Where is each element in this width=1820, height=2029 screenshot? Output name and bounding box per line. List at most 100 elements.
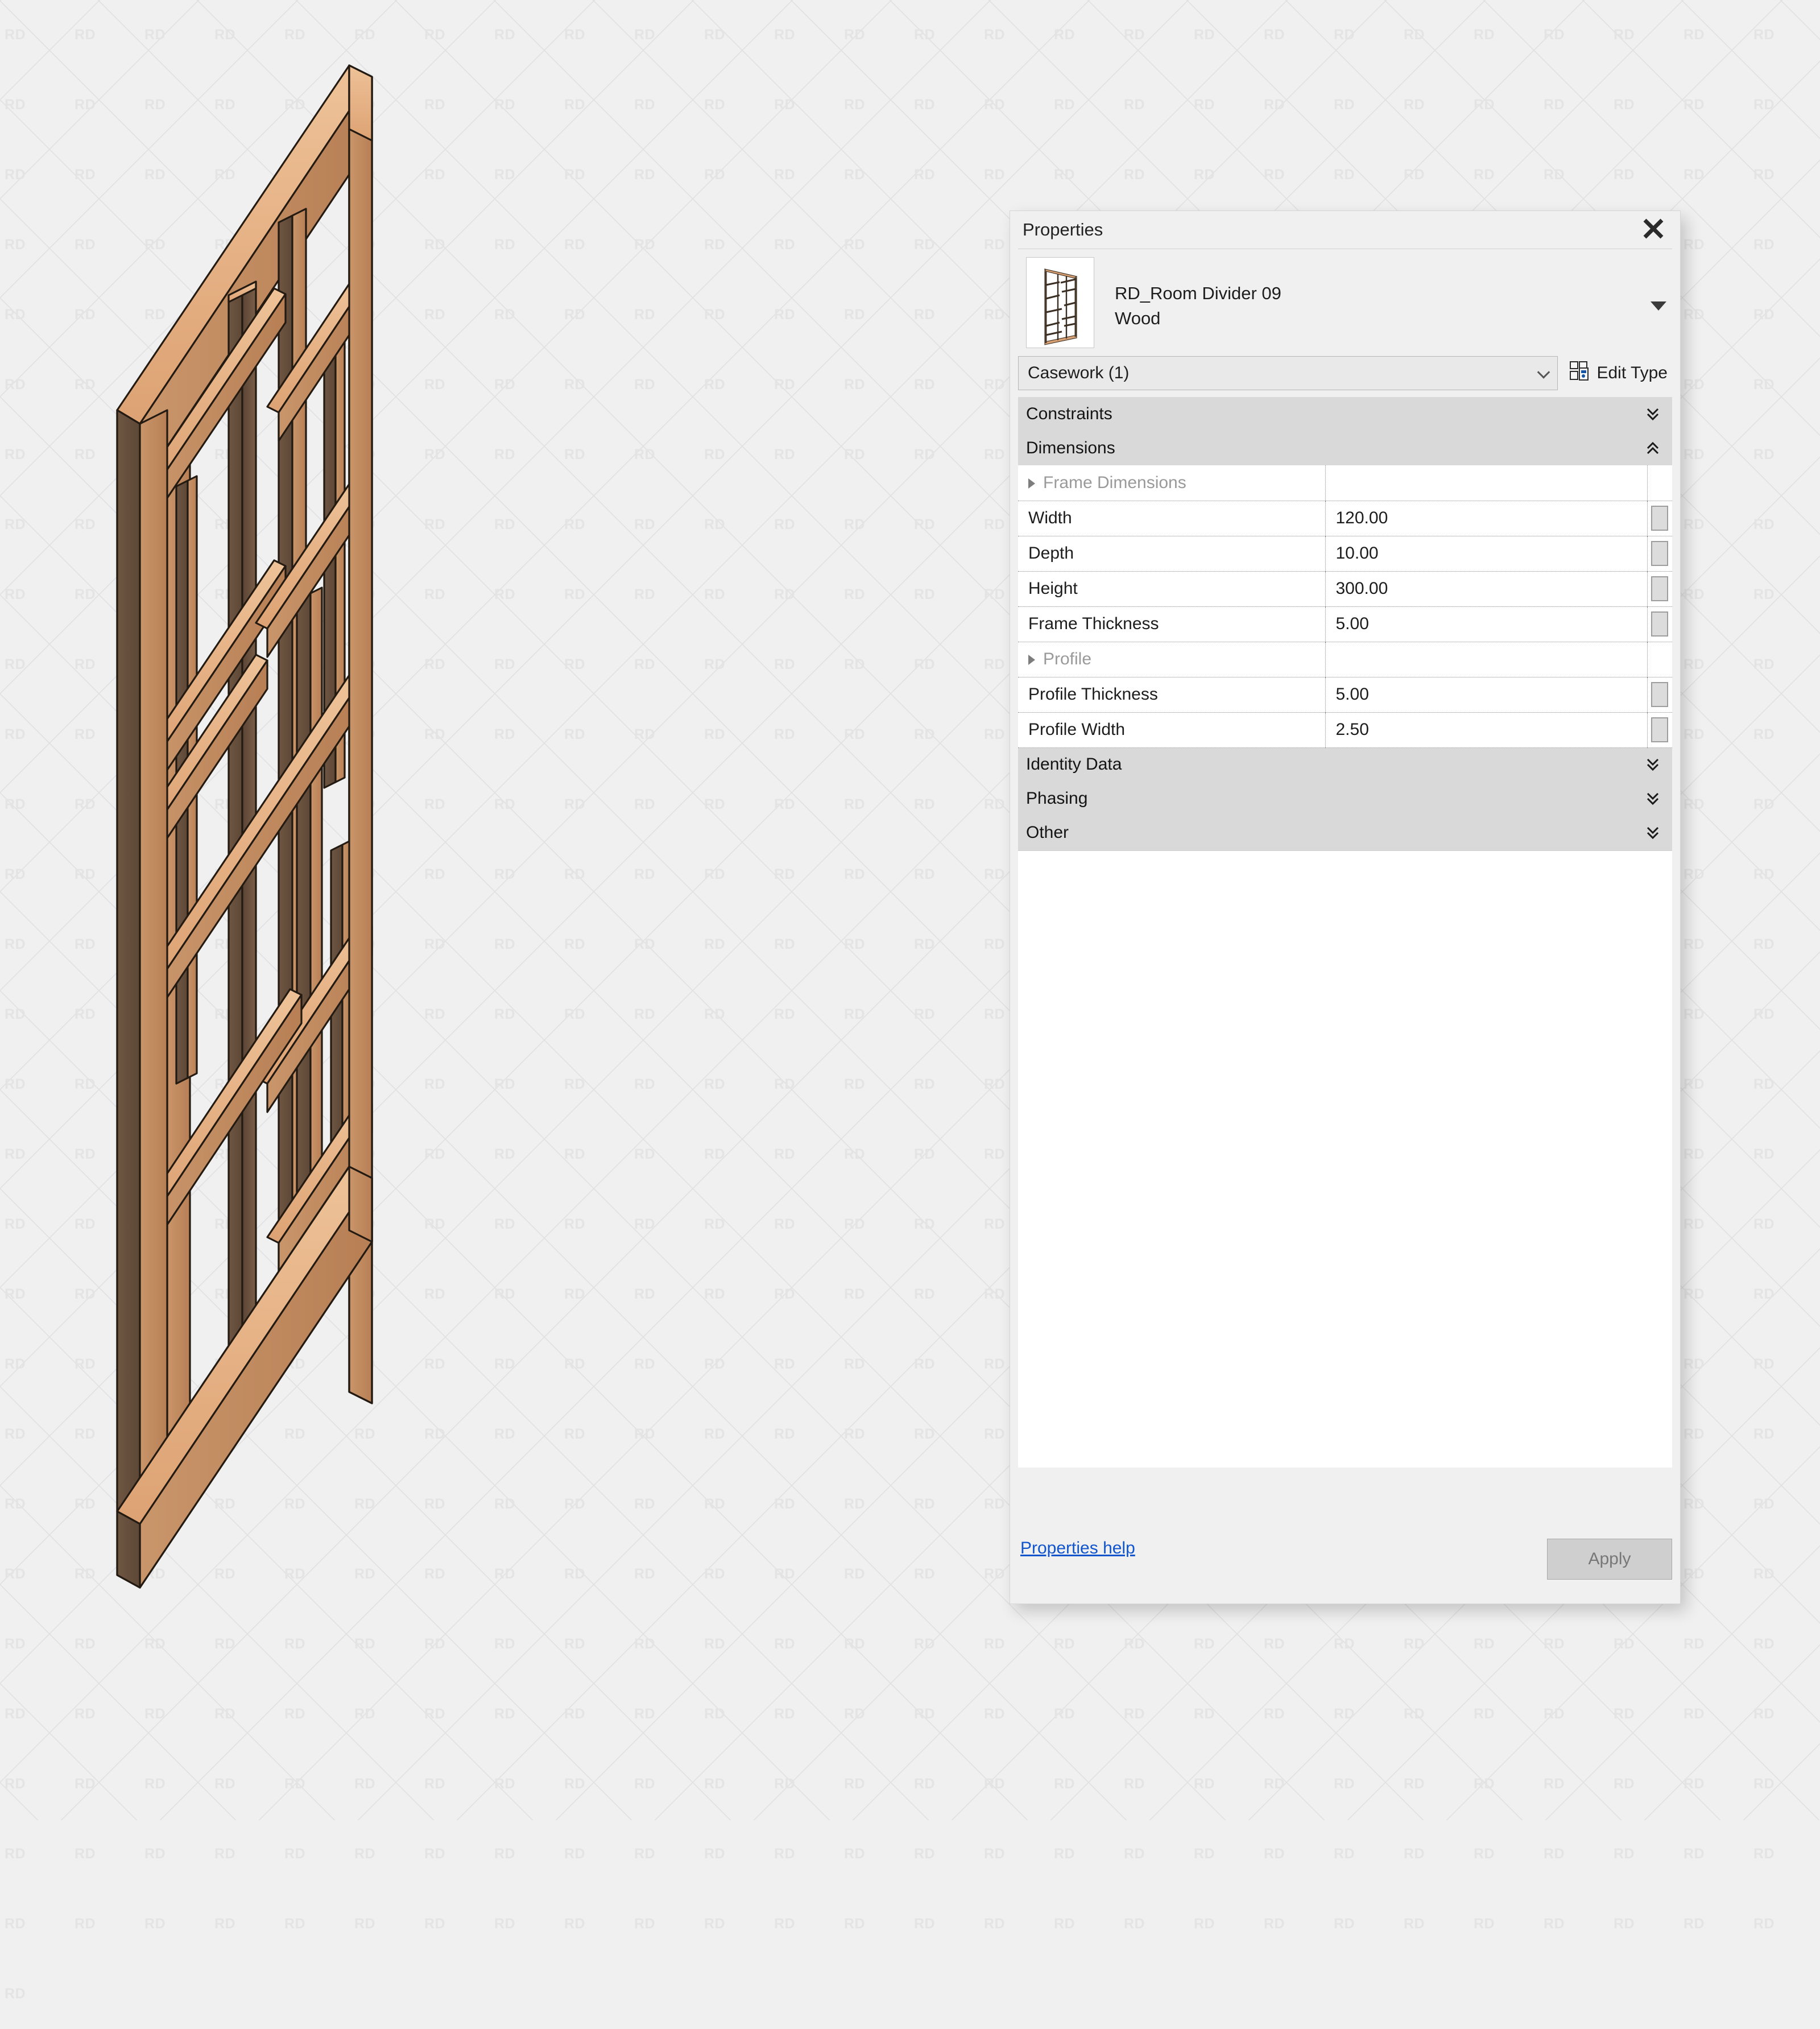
watermark-tile: RD (5, 656, 26, 672)
group-header-other[interactable]: Other (1018, 816, 1672, 850)
watermark-tile: RD (704, 167, 726, 183)
watermark-tile: RD (5, 447, 26, 462)
parameter-assoc-button[interactable] (1651, 682, 1669, 707)
table-row[interactable]: Frame Thickness 5.00 (1018, 606, 1672, 642)
parameter-value[interactable]: 300.00 (1325, 571, 1648, 606)
parameter-button-cell[interactable] (1647, 606, 1672, 642)
edit-type-button[interactable]: Edit Type (1569, 361, 1672, 386)
table-row[interactable]: Height 300.00 (1018, 571, 1672, 606)
parameter-assoc-button[interactable] (1651, 611, 1669, 637)
family-dropdown-arrow-icon[interactable] (1651, 301, 1666, 311)
parameter-value[interactable]: 120.00 (1325, 501, 1648, 536)
watermark-tile: RD (704, 1426, 726, 1442)
watermark-tile: RD (1684, 1566, 1705, 1582)
double-chevron-down-icon (1646, 757, 1660, 772)
category-select[interactable]: Casework (1) (1018, 356, 1558, 390)
parameter-subheader-label: Frame Dimensions (1018, 465, 1326, 501)
watermark-tile: RD (284, 1776, 306, 1792)
watermark-tile: RD (984, 97, 1006, 113)
table-row[interactable]: Profile (1018, 642, 1672, 677)
parameter-button-cell[interactable] (1647, 712, 1672, 747)
watermark-tile: RD (1753, 516, 1775, 532)
watermark-tile: RD (1474, 27, 1495, 43)
watermark-tile: RD (914, 1916, 936, 1932)
watermark-tile: RD (1753, 1286, 1775, 1302)
watermark-tile: RD (1614, 1916, 1635, 1932)
table-row[interactable]: Depth 10.00 (1018, 536, 1672, 571)
watermark-tile: RD (844, 1006, 866, 1022)
watermark-tile: RD (1684, 1706, 1705, 1722)
watermark-tile: RD (1474, 1636, 1495, 1652)
watermark-tile: RD (844, 586, 866, 602)
watermark-tile: RD (1194, 1776, 1215, 1792)
parameter-button-cell[interactable] (1647, 571, 1672, 606)
watermark-tile: RD (844, 656, 866, 672)
watermark-tile: RD (844, 1076, 866, 1092)
watermark-tile: RD (914, 586, 936, 602)
parameter-button-cell[interactable] (1647, 677, 1672, 712)
group-header-dimensions[interactable]: Dimensions (1018, 431, 1672, 465)
parameter-assoc-button[interactable] (1651, 541, 1669, 566)
watermark-tile: RD (704, 1916, 726, 1932)
watermark-tile: RD (5, 866, 26, 882)
watermark-tile: RD (1264, 1846, 1285, 1862)
table-row[interactable]: Profile Width 2.50 (1018, 712, 1672, 747)
watermark-tile: RD (564, 1776, 586, 1792)
properties-help-link[interactable]: Properties help (1018, 1539, 1135, 1558)
parameter-value[interactable]: 5.00 (1325, 677, 1648, 712)
watermark-tile: RD (5, 1846, 26, 1862)
watermark-tile: RD (1054, 1706, 1076, 1722)
watermark-tile: RD (1194, 1706, 1215, 1722)
watermark-tile: RD (704, 796, 726, 812)
watermark-tile: RD (1334, 1916, 1355, 1932)
edit-type-icon (1569, 361, 1590, 386)
watermark-tile: RD (704, 656, 726, 672)
expand-triangle-icon[interactable] (1028, 655, 1035, 666)
watermark-tile: RD (914, 1076, 936, 1092)
watermark-tile: RD (144, 1846, 166, 1862)
watermark-tile: RD (1264, 97, 1285, 113)
watermark-tile: RD (1684, 237, 1705, 253)
parameter-value[interactable]: 5.00 (1325, 606, 1648, 642)
parameter-button-cell[interactable] (1647, 536, 1672, 571)
watermark-tile: RD (1684, 447, 1705, 462)
parameter-assoc-button[interactable] (1651, 576, 1669, 601)
table-row[interactable]: Frame Dimensions (1018, 465, 1672, 501)
parameter-value[interactable]: 2.50 (1325, 712, 1648, 747)
room-divider-svg (116, 64, 373, 1589)
apply-button[interactable]: Apply (1547, 1539, 1672, 1580)
expand-triangle-icon[interactable] (1028, 478, 1035, 489)
watermark-tile: RD (774, 1076, 796, 1092)
watermark-tile: RD (1404, 97, 1425, 113)
group-label-dimensions: Dimensions (1026, 438, 1115, 457)
watermark-tile: RD (844, 796, 866, 812)
parameter-button-cell (1647, 642, 1672, 677)
watermark-tile: RD (1334, 27, 1355, 43)
parameter-assoc-button[interactable] (1651, 717, 1669, 742)
table-row[interactable]: Profile Thickness 5.00 (1018, 677, 1672, 712)
watermark-tile: RD (5, 1636, 26, 1652)
close-icon[interactable] (1639, 214, 1668, 243)
parameter-value[interactable]: 10.00 (1325, 536, 1648, 571)
watermark-tile: RD (774, 27, 796, 43)
watermark-tile: RD (914, 516, 936, 532)
group-header-phasing[interactable]: Phasing (1018, 782, 1672, 816)
watermark-tile: RD (1753, 1216, 1775, 1232)
watermark-tile: RD (1054, 27, 1076, 43)
watermark-tile: RD (1474, 1916, 1495, 1932)
watermark-tile: RD (1264, 27, 1285, 43)
watermark-tile: RD (1124, 1846, 1145, 1862)
watermark-tile: RD (914, 1776, 936, 1792)
table-row[interactable]: Width 120.00 (1018, 501, 1672, 536)
group-header-identity-data[interactable]: Identity Data (1018, 747, 1672, 782)
parameter-assoc-button[interactable] (1651, 506, 1669, 531)
watermark-tile: RD (1544, 1916, 1565, 1932)
group-header-constraints[interactable]: Constraints (1018, 397, 1672, 431)
watermark-tile: RD (984, 27, 1006, 43)
watermark-tile: RD (704, 1566, 726, 1582)
parameter-button-cell[interactable] (1647, 501, 1672, 536)
watermark-tile: RD (914, 656, 936, 672)
room-divider-thumbnail (1026, 257, 1094, 348)
watermark-tile: RD (1194, 97, 1215, 113)
watermark-tile: RD (5, 586, 26, 602)
